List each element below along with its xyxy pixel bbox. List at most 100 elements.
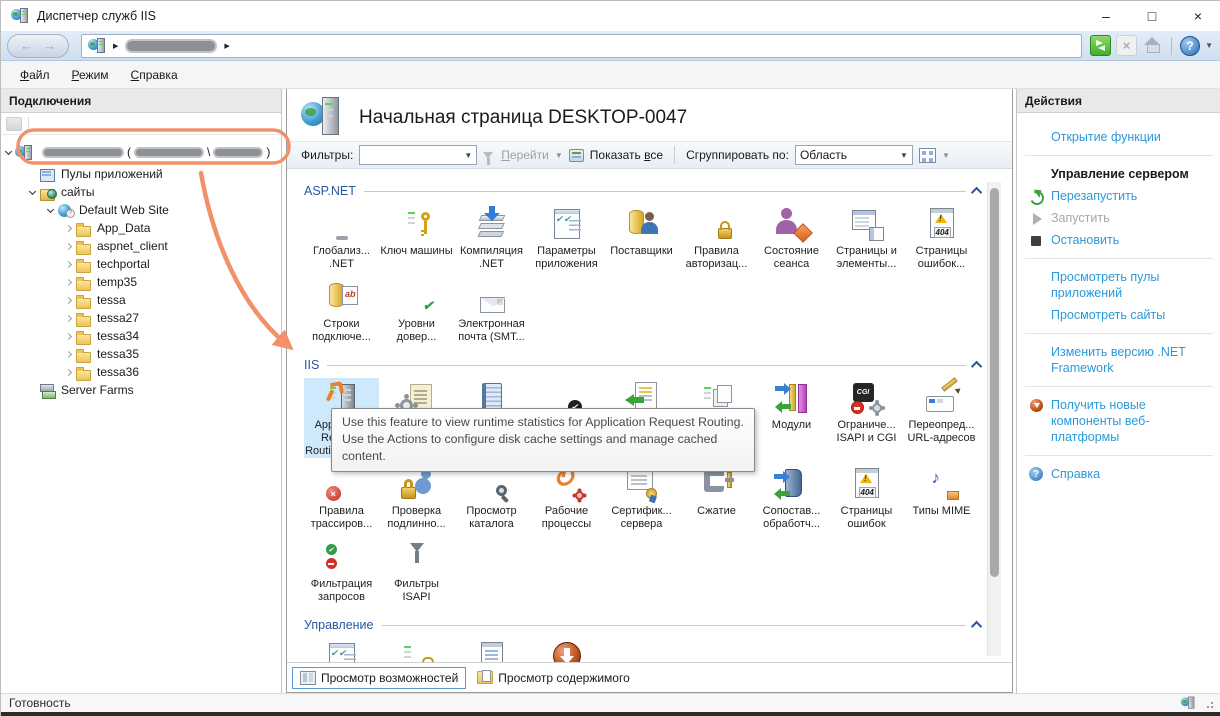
breadcrumb-arrow-icon[interactable]: ▶ [113,42,118,50]
tree-item[interactable]: tessa36 [1,363,281,381]
feature-tile[interactable]: Правила трассиров... [304,464,379,531]
feature-tile[interactable]: Ключ машины [379,204,454,271]
collapse-chevron-icon[interactable] [971,361,982,372]
help-icon[interactable]: ? [1180,36,1200,56]
action-change-net-version[interactable]: Изменить версию .NET Framework [1025,341,1213,379]
filters-label: Фильтры: [301,148,353,162]
chevron-icon[interactable] [25,388,39,393]
feature-tile[interactable]: Переопред... URL-адресов [904,378,979,458]
chevron-icon[interactable] [61,298,75,303]
menu-file[interactable]: Файл [11,64,59,86]
chevron-icon[interactable] [61,262,75,267]
chevron-icon[interactable] [25,191,39,194]
feature-tile[interactable]: Страницы и элементы... [829,204,904,271]
tree-item[interactable]: tessa34 [1,327,281,345]
tab-content-view[interactable]: Просмотр содержимого [470,668,636,688]
tree-item[interactable]: tessa27 [1,309,281,327]
close-button[interactable]: × [1175,1,1220,31]
action-get-web-platform-components[interactable]: Получить новые компоненты веб-платформы [1025,394,1213,448]
tree-item[interactable]: сайты [1,183,281,201]
feature-tile[interactable]: Ограниче... ISAPI и CGI [829,378,904,458]
feature-tile[interactable]: Рабочие процессы [529,464,604,531]
resize-grip[interactable] [1203,698,1213,708]
section-header-aspnet: ASP.NET [304,184,982,198]
feature-tile[interactable]: Проверка подлинно... [379,464,454,531]
feature-tile[interactable]: Компиляция .NET [454,204,529,271]
feature-tile[interactable] [379,638,454,662]
view-selector-icon[interactable] [919,148,936,163]
view-dropdown-caret-icon[interactable]: ▼ [942,151,950,160]
handler-mappings-icon [773,466,811,502]
forward-icon[interactable]: → [43,38,56,53]
help-dropdown-caret-icon[interactable]: ▼ [1205,41,1213,50]
tree-item-server[interactable]: ( \ ) [1,139,281,165]
feature-tile[interactable]: Сопостав... обработч... [754,464,829,531]
feature-tile[interactable]: Просмотр каталога [454,464,529,531]
chevron-icon[interactable] [61,244,75,249]
breadcrumb-arrow-icon[interactable]: ▶ [224,42,229,50]
tree-item[interactable]: tessa35 [1,345,281,363]
menu-view[interactable]: Режим [63,64,118,86]
tree-item[interactable]: App_Data [1,219,281,237]
chevron-icon[interactable] [61,334,75,339]
minimize-button[interactable]: – [1083,1,1129,31]
filter-combobox[interactable]: ▼ [359,145,477,165]
window-title: Диспетчер служб IIS [37,9,156,23]
action-help[interactable]: Справка [1025,463,1213,485]
chevron-icon[interactable] [61,370,75,375]
feature-tile[interactable]: Типы MIME [904,464,979,531]
action-view-sites[interactable]: Просмотреть сайты [1025,304,1213,326]
feature-tile[interactable]: Поставщики [604,204,679,271]
feature-tile[interactable]: Электронная почта (SMT... [454,277,529,344]
refresh-icon[interactable] [1090,35,1111,56]
feature-tile[interactable]: Сертифик... сервера [604,464,679,531]
feature-tile[interactable]: Уровни довер... [379,277,454,344]
vertical-scrollbar[interactable] [987,182,1001,656]
action-open-feature[interactable]: Открытие функции [1025,126,1213,148]
feature-tile[interactable]: Фильтрация запросов [304,537,379,604]
menu-help[interactable]: Справка [122,64,187,86]
chevron-icon[interactable] [25,172,39,177]
maximize-button[interactable]: □ [1129,1,1175,31]
tree-item[interactable]: Пулы приложений [1,165,281,183]
feature-tile[interactable]: Глобализ... .NET [304,204,379,271]
chevron-icon[interactable] [43,209,57,212]
tree-item[interactable]: tessa [1,291,281,309]
chevron-icon[interactable] [61,316,75,321]
address-bar[interactable]: ▶ ▶ [81,34,1082,58]
chevron-icon[interactable] [61,226,75,231]
feature-tile[interactable]: Модули [754,378,829,458]
feature-tile[interactable]: Фильтры ISAPI [379,537,454,604]
feature-tile[interactable]: Страницы ошибок [829,464,904,531]
chevron-icon[interactable] [61,280,75,285]
tree-item[interactable]: Default Web Site [1,201,281,219]
chevron-icon[interactable] [61,352,75,357]
tree-item[interactable]: temp35 [1,273,281,291]
feature-tile[interactable]: Параметры приложения [529,204,604,271]
back-forward-buttons[interactable]: ← → [7,34,69,58]
feature-tile[interactable]: Состояние сеанса [754,204,829,271]
action-view-app-pools[interactable]: Просмотреть пулы приложений [1025,266,1213,304]
home-icon[interactable] [1142,35,1163,56]
group-by-combobox[interactable]: Область▼ [795,145,913,165]
tree-item[interactable]: Server Farms [1,381,281,399]
feature-tile[interactable] [529,638,604,662]
feature-tile[interactable]: Правила авторизац... [679,204,754,271]
feature-tile[interactable]: Сжатие [679,464,754,531]
tree-item[interactable]: aspnet_client [1,237,281,255]
feature-tile[interactable] [304,638,379,662]
action-stop[interactable]: Остановить [1025,229,1213,251]
back-icon[interactable]: ← [20,38,33,53]
feature-tile[interactable]: Строки подключе... [304,277,379,344]
scrollbar-thumb[interactable] [990,188,999,577]
tab-features-view[interactable]: Просмотр возможностей [292,667,466,689]
collapse-chevron-icon[interactable] [971,621,982,632]
action-restart[interactable]: Перезапустить [1025,185,1213,207]
feature-tile[interactable]: Страницы ошибок... [904,204,979,271]
show-all-button[interactable]: Показать все [590,148,663,162]
tree-item[interactable]: techportal [1,255,281,273]
chevron-down-icon[interactable] [1,151,15,154]
feature-tile[interactable] [454,638,529,662]
collapse-chevron-icon[interactable] [971,187,982,198]
connect-icon[interactable] [6,117,22,131]
